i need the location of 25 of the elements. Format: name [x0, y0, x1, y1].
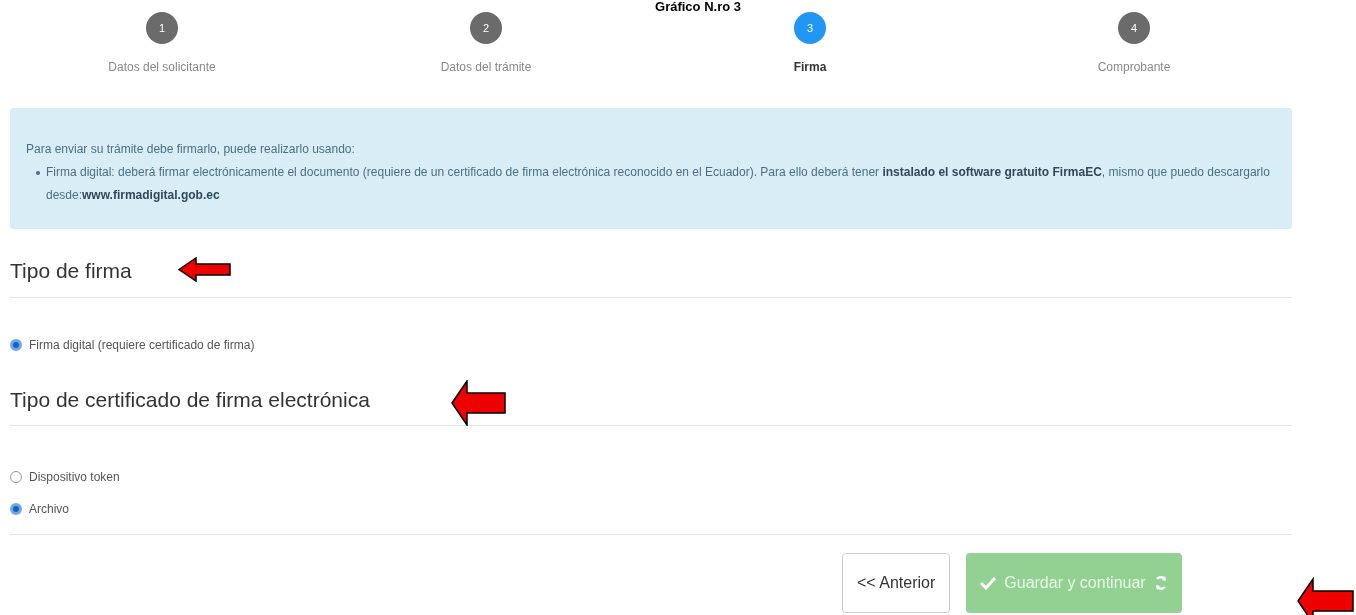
radio-option[interactable]: Firma digital (requiere certificado de firma)	[10, 335, 255, 354]
radio-button[interactable]	[10, 338, 22, 351]
step-label: Firma	[793, 59, 827, 76]
radio-option[interactable]: Dispositivo token	[10, 468, 120, 486]
radio-button[interactable]	[10, 503, 22, 515]
arrow-icon	[178, 257, 232, 282]
previous-button[interactable]: << Anterior	[842, 553, 951, 613]
arrow-icon	[451, 380, 507, 426]
radio-option[interactable]: Archivo	[10, 500, 69, 518]
section-heading: Tipo de firma	[10, 259, 132, 282]
step-label: Comprobante	[1097, 59, 1171, 76]
step-number: 3	[794, 12, 826, 44]
bullet-icon	[36, 171, 40, 175]
figure-caption: Gráfico N.ro 3	[655, 0, 741, 14]
section-heading: Tipo de certificado de firma electrónica	[10, 387, 370, 411]
step-number: 2	[470, 12, 502, 44]
radio-button[interactable]	[10, 471, 22, 483]
info-text: Para enviar su trámite debe firmarlo, puede realizarlo usando:	[26, 141, 355, 158]
step-number: 4	[1118, 12, 1150, 44]
step-number: 1	[146, 12, 178, 44]
step-label: Datos del solicitante	[108, 59, 216, 76]
info-text: Firma digital: deberá firmar electrónicamente el documento (requiere de un certificado de firma electrónica reconocido en el Ecuador). Para ello deberá tener instalado el software gratuito FirmaEC, mismo que puedo descargarlo desde:www.firmadigital.gob.ec	[46, 164, 1271, 204]
refresh-icon	[1153, 575, 1168, 591]
step-label: Datos del trámite	[440, 59, 532, 76]
check-icon	[980, 576, 997, 590]
